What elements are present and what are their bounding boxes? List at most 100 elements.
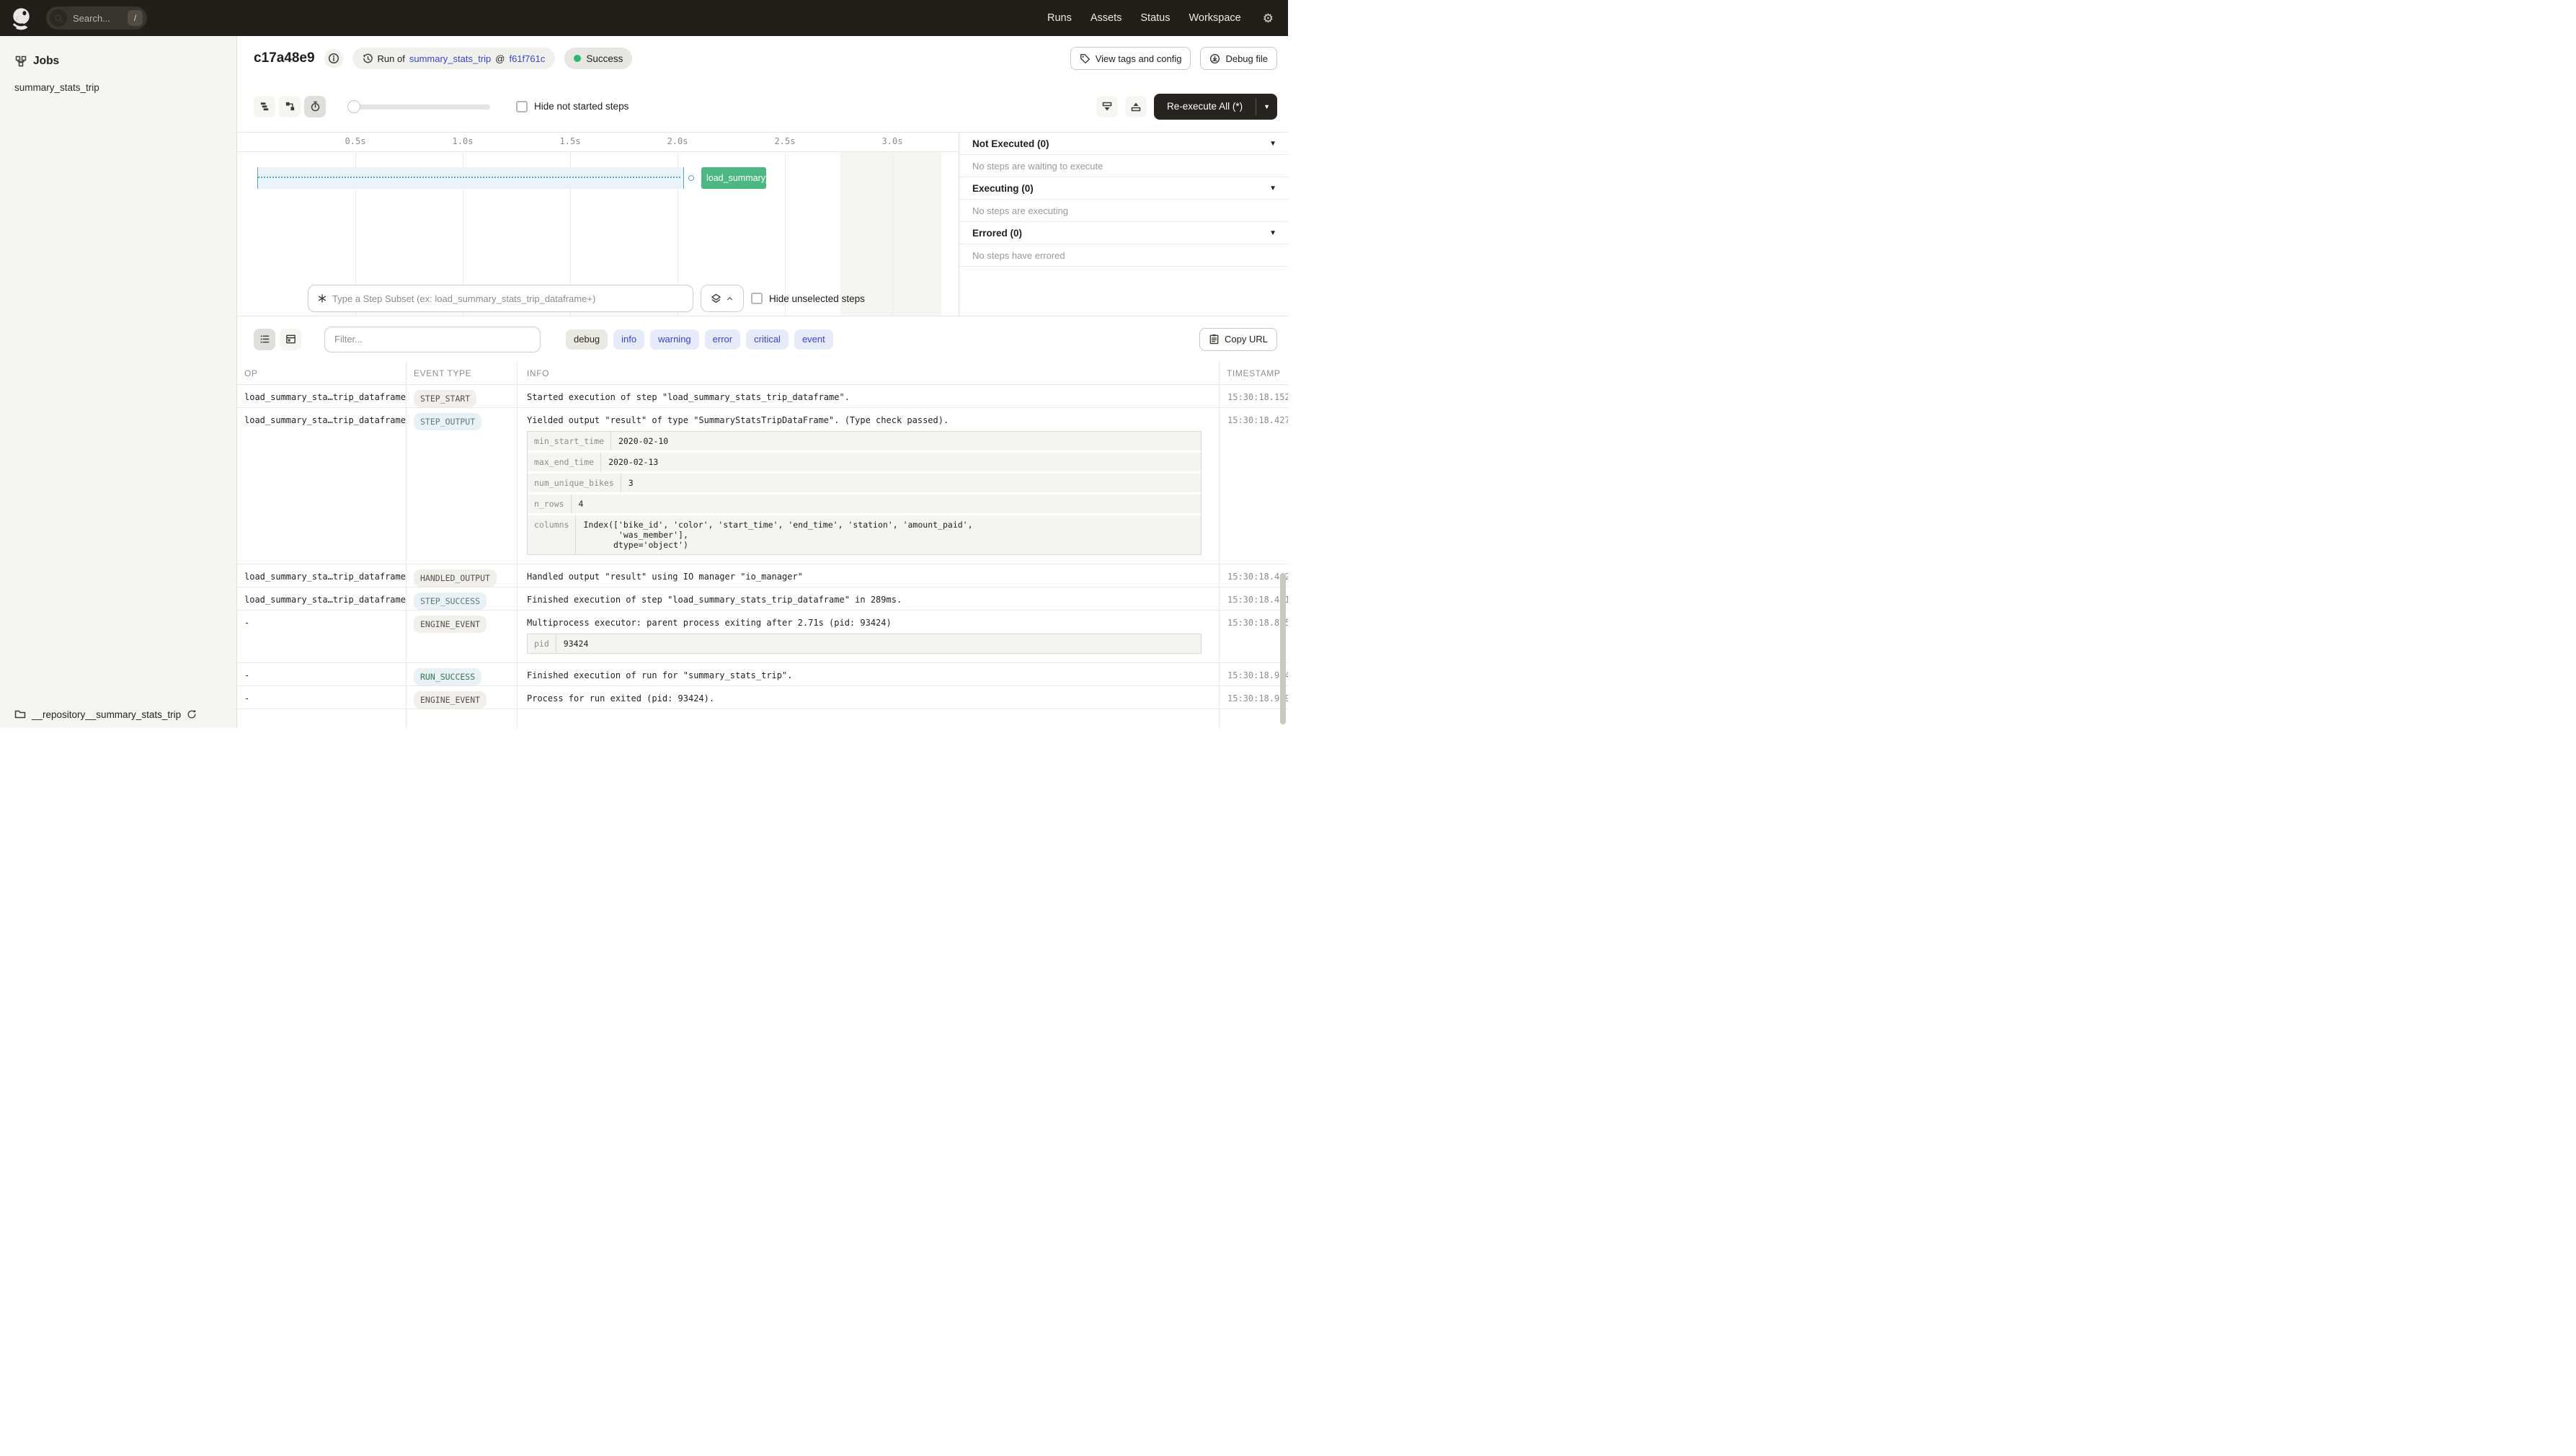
debug-file-button[interactable]: Debug file xyxy=(1200,47,1277,70)
gantt-zoom-slider[interactable] xyxy=(347,99,490,113)
level-filter-debug[interactable]: debug xyxy=(566,329,608,350)
jobs-sidebar: Jobs summary_stats_trip __repository__su… xyxy=(0,36,237,728)
column-header-op[interactable]: OP xyxy=(237,362,407,384)
view-tags-config-button[interactable]: View tags and config xyxy=(1070,47,1191,70)
top-navbar: Search... / Runs Assets Status Workspace… xyxy=(0,0,1288,36)
section-header-not-executed[interactable]: Not Executed (0) ▼ xyxy=(959,133,1288,155)
list-icon xyxy=(260,335,269,343)
engine-metadata-table: pid 93424 xyxy=(527,634,1202,654)
nav-link-workspace[interactable]: Workspace xyxy=(1189,12,1240,24)
align-top-icon xyxy=(1131,102,1141,111)
run-of-label: Run of xyxy=(377,53,405,64)
step-subset-input-wrap xyxy=(308,285,693,312)
tick-label: 1.5s xyxy=(559,136,581,146)
align-bottom-icon xyxy=(1102,102,1112,110)
vertical-scrollbar[interactable] xyxy=(1280,573,1286,724)
repository-footer[interactable]: __repository__summary_stats_trip xyxy=(14,709,197,720)
folder-icon xyxy=(14,710,26,719)
section-header-executing[interactable]: Executing (0) ▼ xyxy=(959,177,1288,200)
log-row[interactable]: load_summary_sta…trip_dataframe STEP_STA… xyxy=(237,385,1288,408)
tick-label: 1.0s xyxy=(452,136,474,146)
flat-view-button[interactable] xyxy=(254,95,275,117)
settings-gear-icon[interactable]: ⚙ xyxy=(1263,12,1274,25)
hide-unselected-checkbox[interactable] xyxy=(751,293,763,304)
chevron-down-icon[interactable]: ▼ xyxy=(1269,185,1276,192)
event-type-pill: STEP_OUTPUT xyxy=(414,413,482,430)
at-separator: @ xyxy=(495,53,505,64)
hide-unselected-label: Hide unselected steps xyxy=(769,293,865,304)
log-row[interactable]: - ENGINE_EVENT Process for run exited (p… xyxy=(237,686,1288,709)
log-row[interactable]: - ENGINE_EVENT Multiprocess executor: pa… xyxy=(237,611,1288,663)
log-row[interactable]: load_summary_sta…trip_dataframe STEP_SUC… xyxy=(237,587,1288,611)
nav-link-assets[interactable]: Assets xyxy=(1091,12,1122,24)
slider-thumb[interactable] xyxy=(347,99,360,113)
commit-link[interactable]: f61f761c xyxy=(509,53,545,64)
op-selector-icon xyxy=(318,294,327,303)
job-link[interactable]: summary_stats_trip xyxy=(409,53,491,64)
log-row[interactable]: - RUN_SUCCESS Finished execution of run … xyxy=(237,663,1288,686)
log-table-header: OP EVENT TYPE INFO TIMESTAMP xyxy=(237,362,1288,385)
search-shortcut-key: / xyxy=(128,10,143,26)
search-icon xyxy=(50,9,67,27)
jobs-header: Jobs xyxy=(0,36,236,68)
global-search[interactable]: Search... / xyxy=(46,6,147,30)
column-header-info[interactable]: INFO xyxy=(518,362,1220,384)
level-filter-critical[interactable]: critical xyxy=(746,329,789,350)
chevron-down-icon[interactable]: ▼ xyxy=(1269,140,1276,148)
run-status-badge: Success xyxy=(564,48,633,69)
log-toolbar: debug info warning error critical event … xyxy=(237,316,1288,362)
nav-link-runs[interactable]: Runs xyxy=(1047,12,1072,24)
column-header-event-type[interactable]: EVENT TYPE xyxy=(407,362,518,384)
waterfall-view-button[interactable] xyxy=(279,95,301,117)
level-filter-info[interactable]: info xyxy=(613,329,645,350)
reexecute-all-button[interactable]: Re-execute All (*) xyxy=(1154,94,1256,120)
copy-url-button[interactable]: Copy URL xyxy=(1199,327,1277,351)
graph-query-toggle-button[interactable] xyxy=(701,285,744,312)
gantt-waiting-region xyxy=(257,167,684,189)
event-type-pill: STEP_START xyxy=(414,390,477,407)
repository-name: __repository__summary_stats_trip xyxy=(32,709,182,720)
scroll-to-bottom-button[interactable] xyxy=(1096,95,1119,117)
jobs-header-label: Jobs xyxy=(33,55,60,67)
level-filter-warning[interactable]: warning xyxy=(650,329,699,350)
run-info-button[interactable] xyxy=(324,49,343,68)
chevron-down-icon[interactable]: ▼ xyxy=(1269,229,1276,237)
run-header: c17a48e9 Run of summary_stats_trip @ f61… xyxy=(237,36,1288,81)
log-filter-input[interactable] xyxy=(324,326,541,352)
nav-link-status[interactable]: Status xyxy=(1140,12,1170,24)
level-filter-error[interactable]: error xyxy=(704,329,741,350)
dagster-logo-icon[interactable] xyxy=(9,6,35,31)
hide-not-started-label: Hide not started steps xyxy=(534,101,629,112)
level-filter-event[interactable]: event xyxy=(794,329,833,350)
log-structured-view-button[interactable] xyxy=(280,328,301,350)
info-icon xyxy=(328,53,339,64)
tick-label: 2.5s xyxy=(774,136,796,146)
section-header-errored[interactable]: Errored (0) ▼ xyxy=(959,222,1288,244)
sidebar-item-job[interactable]: summary_stats_trip xyxy=(14,82,236,93)
event-type-pill: STEP_SUCCESS xyxy=(414,592,487,610)
step-subset-input[interactable] xyxy=(332,293,684,304)
event-type-pill: HANDLED_OUTPUT xyxy=(414,569,497,587)
reload-repository-icon[interactable] xyxy=(187,709,197,719)
log-row[interactable]: load_summary_sta…trip_dataframe STEP_OUT… xyxy=(237,408,1288,564)
reexecute-dropdown-caret[interactable]: ▼ xyxy=(1256,94,1277,120)
hide-not-started-checkbox[interactable] xyxy=(516,100,528,112)
timed-view-button[interactable] xyxy=(304,95,326,117)
clipboard-icon xyxy=(1209,334,1219,345)
event-log-table: OP EVENT TYPE INFO TIMESTAMP load_summar… xyxy=(237,362,1288,728)
column-header-timestamp[interactable]: TIMESTAMP xyxy=(1220,362,1288,384)
log-row[interactable]: load_summary_sta…trip_dataframe HANDLED_… xyxy=(237,564,1288,587)
event-type-pill: ENGINE_EVENT xyxy=(414,691,487,709)
event-type-pill: ENGINE_EVENT xyxy=(414,616,487,633)
gantt-toolbar: Hide not started steps Re-execute All (*… xyxy=(237,81,1288,133)
event-type-pill: RUN_SUCCESS xyxy=(414,668,482,685)
scroll-to-top-button[interactable] xyxy=(1125,95,1147,117)
run-of-pill: Run of summary_stats_trip @ f61f761c xyxy=(352,48,556,69)
tick-label: 0.5s xyxy=(345,136,366,146)
gantt-step-bar[interactable]: load_summary_stats_trip_dataframe xyxy=(701,167,766,189)
layers-icon xyxy=(711,293,721,303)
log-level-filters: debug info warning error critical event xyxy=(566,329,833,350)
run-status-label: Success xyxy=(586,53,623,64)
log-list-view-button[interactable] xyxy=(254,328,275,350)
chevron-up-icon xyxy=(727,296,733,300)
